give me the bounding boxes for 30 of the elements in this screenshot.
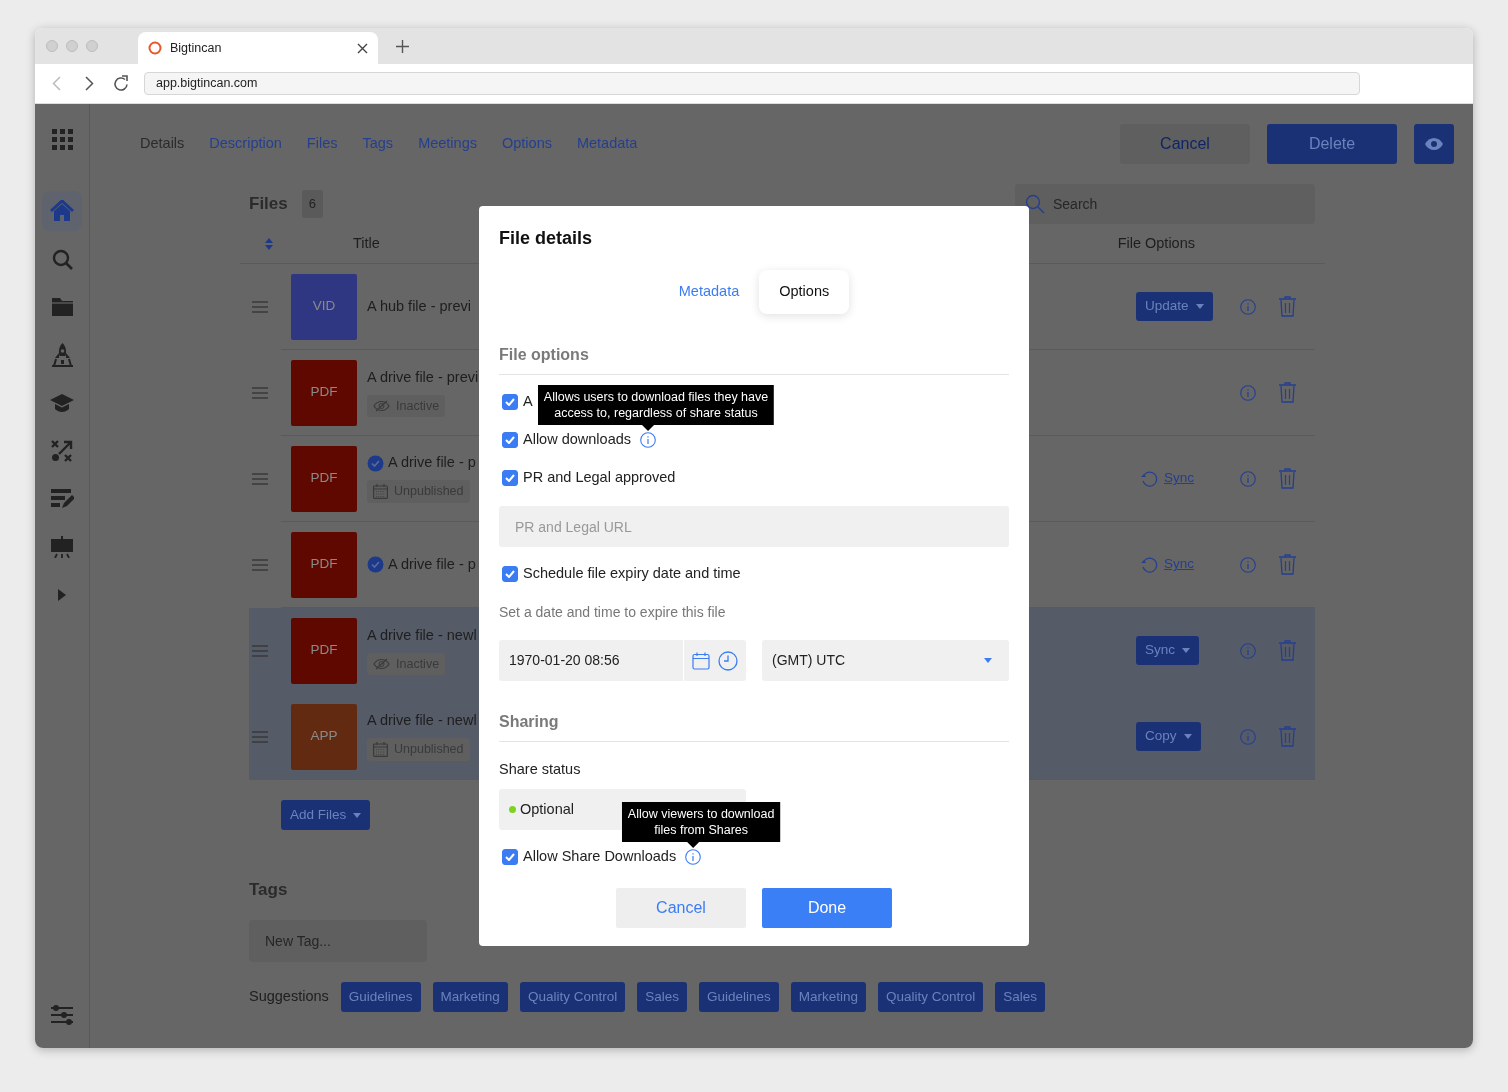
file-title: A drive file - p (388, 554, 476, 574)
dialog-title: File details (499, 227, 594, 250)
file-title: A drive file - p (388, 453, 476, 473)
tab-title: Bigtincan (170, 39, 222, 57)
file-thumbnail: PDF (291, 445, 357, 512)
checkbox-label: PR and Legal approved (523, 468, 676, 488)
field-label: Share status (499, 760, 582, 779)
search-placeholder: Search (1053, 194, 1098, 214)
file-title: A hub file - previ (367, 296, 471, 316)
checkbox-label: Allow Share Downloads (523, 847, 677, 867)
checkbox-label: A (523, 392, 533, 412)
file-thumbnail: APP (291, 703, 357, 770)
section-title: Files (249, 193, 288, 216)
section-title: Tags (249, 879, 289, 901)
file-thumbnail: PDF (291, 531, 357, 598)
column-header: File Options (1117, 233, 1195, 253)
column-header: Title (353, 233, 380, 253)
suggestions-label: Suggestions (249, 987, 329, 1007)
checkbox-label: Schedule file expiry date and time (523, 564, 741, 584)
file-title: A drive file - newl (367, 711, 477, 731)
checkbox-label: Allow downloads (523, 430, 631, 450)
file-thumbnail: VID (291, 273, 357, 340)
section-heading: Sharing (499, 710, 1009, 742)
file-title: A drive file - previ (367, 367, 479, 387)
file-title: A drive file - newl (367, 625, 477, 645)
section-heading: File options (499, 343, 1009, 375)
file-thumbnail: PDF (291, 617, 357, 684)
tooltip: Allow viewers to download files from Shares (621, 802, 781, 848)
tooltip: Allows users to download files they have access to, regardless of share status (537, 385, 775, 431)
file-thumbnail: PDF (291, 359, 357, 426)
